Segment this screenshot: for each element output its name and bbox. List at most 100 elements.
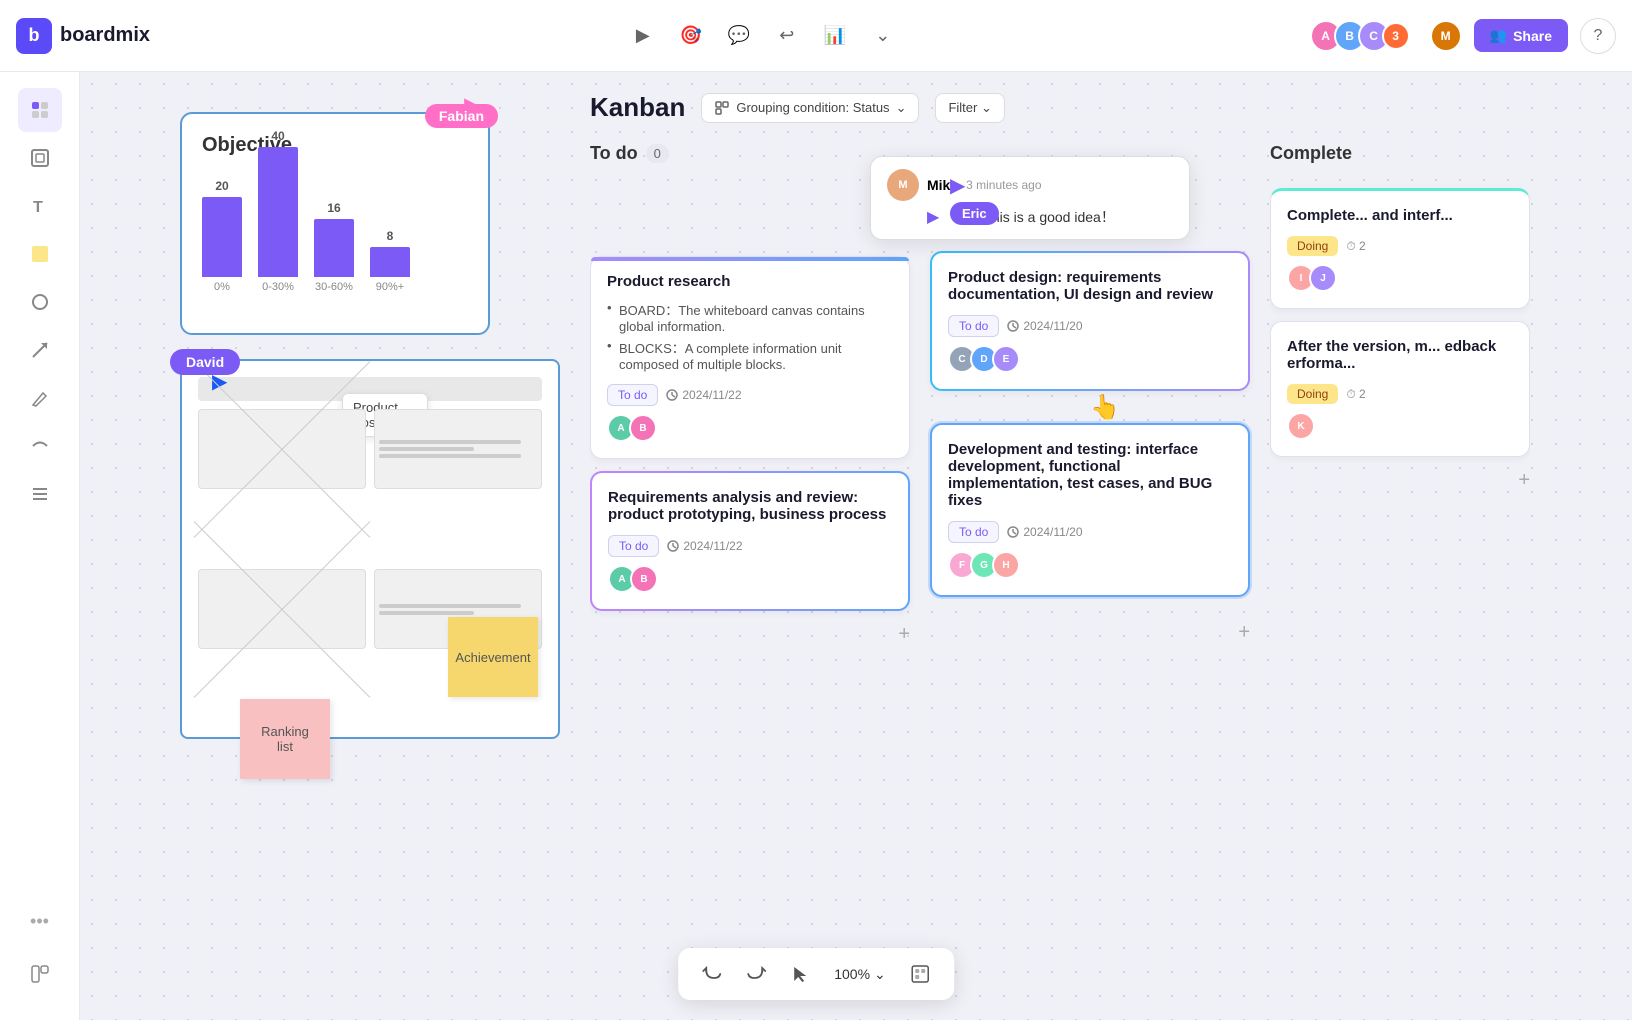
chart-button[interactable]: 📊 bbox=[815, 16, 855, 56]
kanban-title: Kanban bbox=[590, 92, 685, 123]
logo-icon: b bbox=[16, 18, 52, 54]
comment-button[interactable]: 💬 bbox=[719, 16, 759, 56]
app-name: boardmix bbox=[60, 24, 150, 47]
product-research-card: Product research BOARD：The whiteboard ca… bbox=[590, 256, 910, 459]
dev-testing-status: To do bbox=[948, 521, 999, 543]
filter-chevron-icon: ⌄ bbox=[981, 100, 992, 115]
bar-group-4: 8 90%+ bbox=[370, 229, 410, 293]
canvas-area[interactable]: ▶ Fabian Objective 20 0% 40 0-30% 16 30-… bbox=[80, 72, 1632, 1020]
redo-button[interactable] bbox=[738, 956, 774, 992]
wireframe-cell-1 bbox=[198, 409, 366, 489]
cursor-button[interactable] bbox=[782, 956, 818, 992]
requirements-avatar-2: B bbox=[630, 565, 658, 593]
requirements-date: 2024/11/22 bbox=[667, 539, 742, 553]
complete-card-2-avatar-1: K bbox=[1287, 412, 1315, 440]
comment-avatar: M bbox=[887, 169, 919, 201]
todo-col-count: 0 bbox=[646, 144, 669, 163]
sidebar-item-list[interactable] bbox=[18, 472, 62, 516]
sidebar-more-dots[interactable]: ••• bbox=[30, 911, 49, 932]
sidebar-item-sticky[interactable] bbox=[18, 232, 62, 276]
bar-group-1: 20 0% bbox=[202, 179, 242, 293]
undo-icon bbox=[702, 964, 722, 984]
sidebar-item-shapes[interactable] bbox=[18, 280, 62, 324]
dev-testing-avatar-3: H bbox=[992, 551, 1020, 579]
complete-card-1-meta: Doing ⏱ 2 bbox=[1287, 236, 1513, 256]
product-design-avatar-3: E bbox=[992, 345, 1020, 373]
sidebar-item-frame[interactable] bbox=[18, 136, 62, 180]
zoom-chevron-icon: ⌄ bbox=[874, 966, 886, 983]
bar-label-top-3: 16 bbox=[327, 201, 340, 215]
current-user-avatar[interactable]: M bbox=[1430, 20, 1462, 52]
sidebar-item-pen[interactable] bbox=[18, 376, 62, 420]
dev-testing-title: Development and testing: interface devel… bbox=[948, 441, 1232, 509]
product-design-date: 2024/11/20 bbox=[1007, 319, 1082, 333]
requirements-status: To do bbox=[608, 535, 659, 557]
sidebar-item-text[interactable]: T bbox=[18, 184, 62, 228]
complete-add-button[interactable]: + bbox=[1518, 469, 1530, 492]
product-research-bullet-1: BOARD：The whiteboard canvas contains glo… bbox=[607, 300, 893, 334]
product-research-avatar-2: B bbox=[629, 414, 657, 442]
sidebar-item-palette[interactable] bbox=[18, 88, 62, 132]
kanban-col-inprogress: ▶ Eric Product design: requirements docu… bbox=[930, 163, 1250, 981]
filter-button[interactable]: Filter ⌄ bbox=[935, 93, 1004, 123]
kanban-header: Kanban Grouping condition: Status ⌄ Filt… bbox=[590, 92, 1612, 123]
timer-button[interactable]: ↩ bbox=[767, 16, 807, 56]
product-design-avatars: C D E bbox=[948, 345, 1232, 373]
grouping-icon bbox=[714, 100, 730, 116]
logo-area: b boardmix bbox=[16, 18, 216, 54]
present-button[interactable]: 🎯 bbox=[671, 16, 711, 56]
design-panel: ▶ Fabian Objective 20 0% 40 0-30% 16 30-… bbox=[180, 112, 580, 739]
requirements-title: Requirements analysis and review: produc… bbox=[608, 489, 892, 523]
complete-card-1: Complete... and interf... Doing ⏱ 2 I J bbox=[1270, 188, 1530, 309]
share-button[interactable]: 👥 Share bbox=[1474, 19, 1568, 52]
wireframe-section: David ▶ Product Positioning bbox=[180, 359, 580, 739]
sidebar-item-connector[interactable] bbox=[18, 424, 62, 468]
help-button[interactable]: ? bbox=[1580, 18, 1616, 54]
product-design-title: Product design: requirements documentati… bbox=[948, 269, 1232, 303]
product-research-status: To do bbox=[607, 384, 658, 406]
toolbar-center: ▶ 🎯 💬 ↩ 📊 ⌄ bbox=[216, 16, 1310, 56]
kanban-area: Kanban Grouping condition: Status ⌄ Filt… bbox=[570, 72, 1632, 1020]
objective-chart-card: ▶ Fabian Objective 20 0% 40 0-30% 16 30-… bbox=[180, 112, 490, 335]
bar-4 bbox=[370, 247, 410, 277]
fabian-tag: Fabian bbox=[425, 104, 498, 128]
svg-text:T: T bbox=[33, 199, 43, 216]
grouping-button[interactable]: Grouping condition: Status ⌄ bbox=[701, 93, 919, 123]
undo-button[interactable] bbox=[694, 956, 730, 992]
bottom-toolbar: 100% ⌄ bbox=[678, 948, 954, 1000]
cursor-icon bbox=[790, 964, 810, 984]
bar-label-bottom-2: 0-30% bbox=[262, 281, 294, 293]
bar-label-bottom-4: 90%+ bbox=[376, 281, 404, 293]
todo-add-button[interactable]: + bbox=[898, 623, 910, 646]
share-icon: 👥 bbox=[1490, 27, 1507, 44]
complete-card-2-meta: Doing ⏱ 2 bbox=[1287, 384, 1513, 404]
toolbar-right: A B C 3 M 👥 Share ? bbox=[1310, 18, 1616, 54]
bar-2 bbox=[258, 147, 298, 277]
hand-cursor-icon: 👆 bbox=[1090, 393, 1120, 422]
more-button[interactable]: ⌄ bbox=[863, 16, 903, 56]
sidebar-bottom-icon[interactable] bbox=[18, 952, 62, 996]
complete-card-2-date: ⏱ 2 bbox=[1346, 387, 1365, 402]
achievement-sticky: Achievement bbox=[448, 617, 538, 697]
chart-title: Objective bbox=[202, 134, 468, 157]
dev-testing-container: 👆 Development and testing: interface dev… bbox=[930, 423, 1250, 609]
kanban-columns: To do 0 M Mike 3 minutes ago ▶ This is a… bbox=[590, 143, 1612, 981]
complete-col-title: Complete bbox=[1270, 143, 1352, 164]
zoom-display[interactable]: 100% ⌄ bbox=[826, 962, 894, 987]
bar-label-top-1: 20 bbox=[215, 179, 228, 193]
dev-testing-avatars: F G H bbox=[948, 551, 1232, 579]
chart-area: 20 0% 40 0-30% 16 30-60% 8 90%+ bbox=[202, 173, 468, 313]
wireframe-card: David ▶ Product Positioning bbox=[180, 359, 560, 739]
dev-testing-meta: To do 2024/11/20 bbox=[948, 521, 1232, 543]
inprogress-add-button[interactable]: + bbox=[1238, 621, 1250, 644]
complete-card-1-date: ⏱ 2 bbox=[1346, 239, 1365, 254]
wireframe-cell-2 bbox=[374, 409, 542, 489]
play-button[interactable]: ▶ bbox=[623, 16, 663, 56]
todo-col-title: To do bbox=[590, 143, 638, 164]
complete-card-1-status: Doing bbox=[1287, 236, 1338, 256]
product-research-bullet-2: BLOCKS：A complete information unit compo… bbox=[607, 338, 893, 372]
dev-testing-card: Development and testing: interface devel… bbox=[930, 423, 1250, 597]
minimap-button[interactable] bbox=[902, 956, 938, 992]
sidebar-item-arrow[interactable] bbox=[18, 328, 62, 372]
collaborators-avatars: A B C 3 bbox=[1310, 20, 1410, 52]
